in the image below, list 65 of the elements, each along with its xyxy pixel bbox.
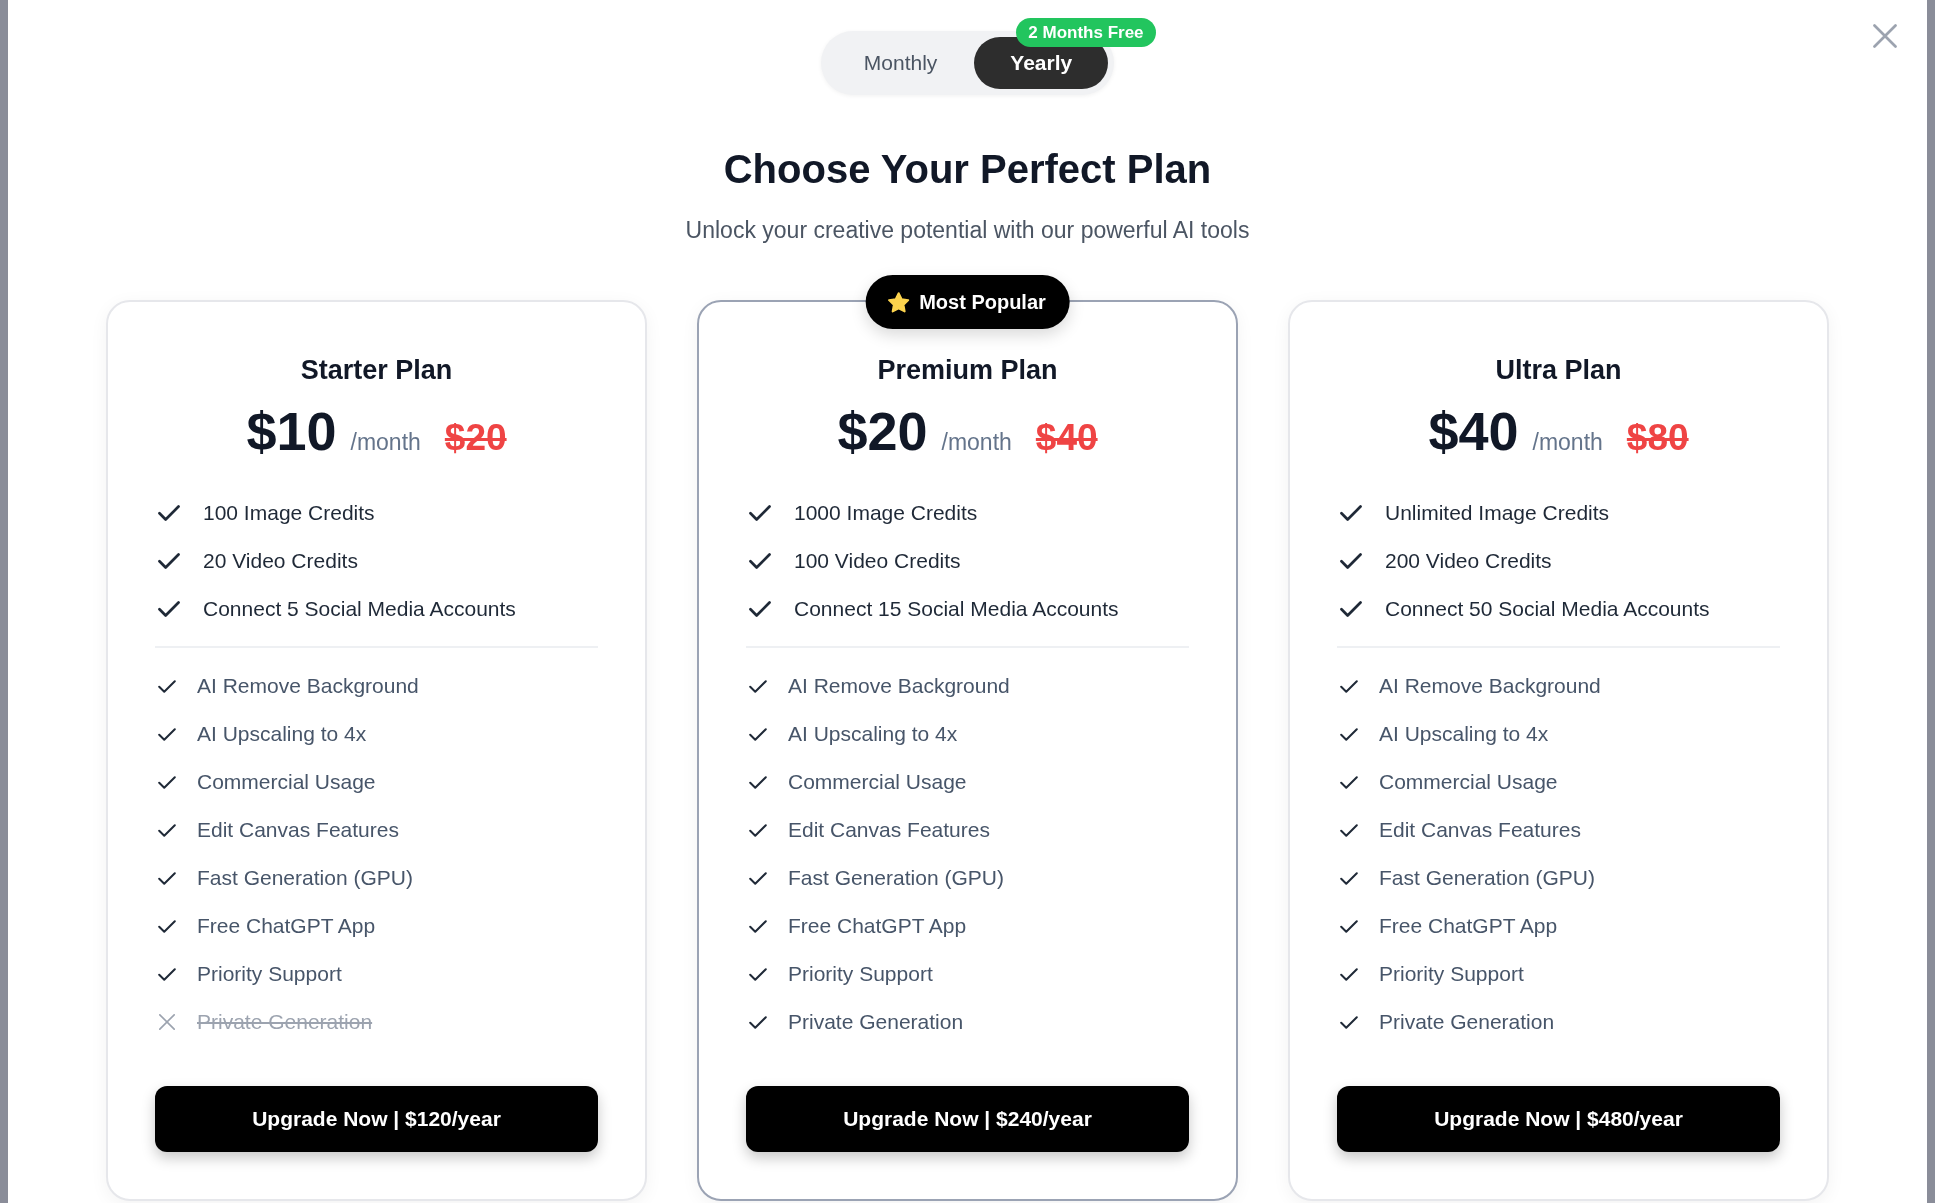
feature-text: AI Upscaling to 4x	[1379, 722, 1549, 746]
feature-text: Priority Support	[197, 962, 342, 986]
feature-text: Edit Canvas Features	[788, 818, 990, 842]
original-price: $80	[1626, 417, 1689, 459]
feature-text: AI Upscaling to 4x	[788, 722, 958, 746]
check-icon	[1340, 505, 1362, 521]
close-button[interactable]	[1873, 24, 1897, 48]
feature-text: Priority Support	[1379, 962, 1524, 986]
feature-text: Edit Canvas Features	[1379, 818, 1581, 842]
highlight-text: Connect 50 Social Media Accounts	[1385, 597, 1710, 621]
feature-text: Free ChatGPT App	[1379, 914, 1558, 938]
plan-price: $40	[1428, 404, 1519, 458]
price-period: /month	[350, 429, 421, 456]
highlight-text: Connect 15 Social Media Accounts	[794, 597, 1119, 621]
star-icon	[887, 291, 910, 313]
highlight-text: Connect 5 Social Media Accounts	[203, 597, 516, 621]
highlight-text: 1000 Image Credits	[794, 501, 978, 525]
price-period: /month	[1532, 429, 1603, 456]
highlight-text: 100 Image Credits	[203, 501, 375, 525]
discount-badge: 2 Months Free	[1016, 18, 1156, 47]
plan-name: Starter Plan	[299, 354, 454, 386]
feature-text: Fast Generation (GPU)	[788, 866, 1004, 890]
feature-text: Fast Generation (GPU)	[197, 866, 413, 890]
feature-text: Commercial Usage	[788, 770, 967, 794]
upgrade-button[interactable]: Upgrade Now | $240/year	[746, 1086, 1189, 1152]
plan-name: Premium Plan	[876, 354, 1059, 386]
check-icon	[749, 601, 771, 617]
price-period: /month	[941, 429, 1012, 456]
upgrade-button[interactable]: Upgrade Now | $480/year	[1337, 1086, 1780, 1152]
feature-text: AI Remove Background	[788, 674, 1010, 698]
page-subtitle: Unlock your creative potential with our powerful AI tools	[684, 216, 1251, 245]
feature-text: Private Generation	[1379, 1010, 1555, 1034]
check-icon	[749, 553, 771, 569]
billing-tab[interactable]: Monthly	[826, 37, 975, 89]
check-icon	[158, 553, 180, 569]
highlight-text: 100 Video Credits	[794, 549, 961, 573]
check-icon	[749, 505, 771, 521]
check-icon	[158, 505, 180, 521]
highlight-text: 20 Video Credits	[203, 549, 358, 573]
feature-text: Commercial Usage	[197, 770, 376, 794]
feature-text: AI Upscaling to 4x	[197, 722, 367, 746]
check-icon	[1340, 601, 1362, 617]
popularity-label: Most Popular	[919, 290, 1046, 314]
feature-text: Free ChatGPT App	[197, 914, 376, 938]
check-icon	[1340, 553, 1362, 569]
plan-price: $10	[246, 404, 337, 458]
feature-text: Private Generation	[788, 1010, 964, 1034]
original-price: $40	[1035, 417, 1098, 459]
close-icon	[1873, 24, 1897, 48]
upgrade-button[interactable]: Upgrade Now | $120/year	[155, 1086, 598, 1152]
feature-text: Edit Canvas Features	[197, 818, 399, 842]
feature-text: AI Remove Background	[197, 674, 419, 698]
highlight-text: 200 Video Credits	[1385, 549, 1552, 573]
plan-name: Ultra Plan	[1494, 354, 1623, 386]
feature-text: Free ChatGPT App	[788, 914, 967, 938]
feature-text: Private Generation	[197, 1010, 373, 1034]
highlight-text: Unlimited Image Credits	[1385, 501, 1610, 525]
check-icon	[158, 601, 180, 617]
plan-price: $20	[837, 404, 928, 458]
feature-text: AI Remove Background	[1379, 674, 1601, 698]
page-title: Choose Your Perfect Plan	[722, 146, 1213, 193]
original-price: $20	[444, 417, 507, 459]
feature-text: Fast Generation (GPU)	[1379, 866, 1595, 890]
feature-text: Priority Support	[788, 962, 933, 986]
feature-text: Commercial Usage	[1379, 770, 1558, 794]
